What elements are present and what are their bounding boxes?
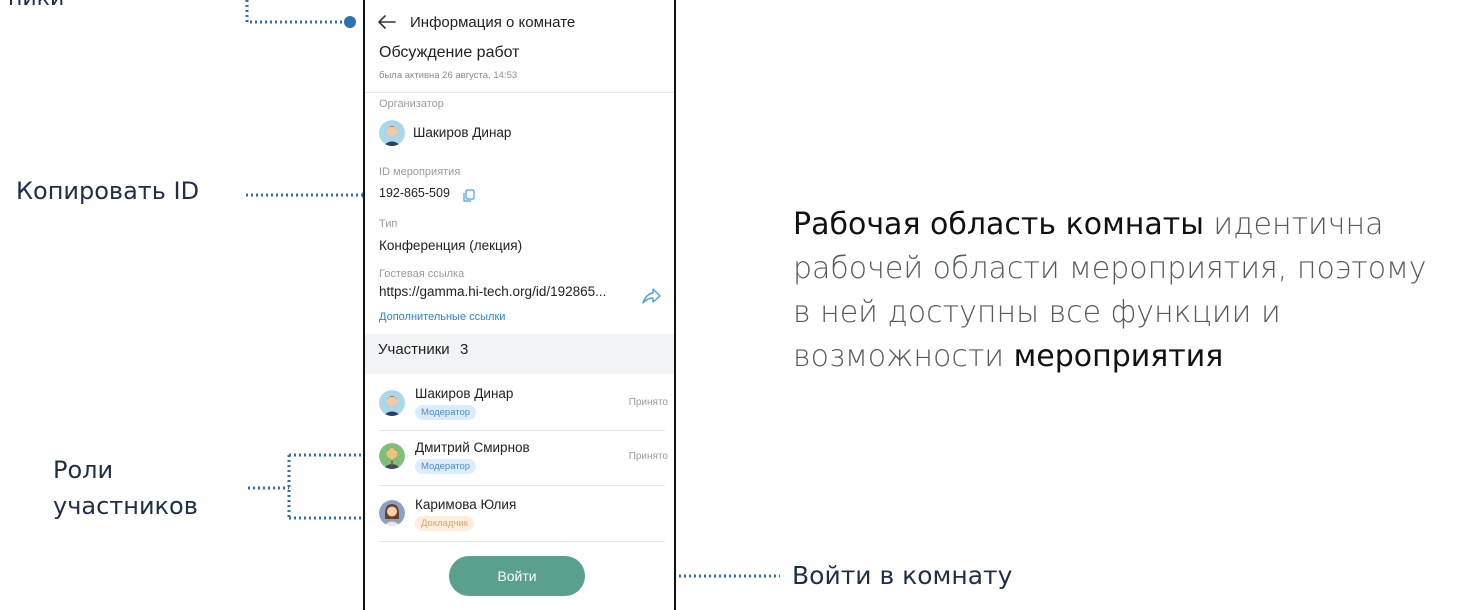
avatar-man-icon <box>379 120 405 146</box>
type-value: Конференция (лекция) <box>379 238 523 253</box>
divider <box>379 430 665 431</box>
avatar-man-icon <box>379 443 405 469</box>
participant-role-badge: Докладчик <box>415 516 474 531</box>
copy-icon[interactable] <box>462 189 476 203</box>
participant-avatar <box>379 500 405 526</box>
header: Информация о комнате <box>365 8 674 36</box>
annotation-enter-room: Войти в комнату <box>792 561 1013 590</box>
annotation-desc-strong-1: Рабочая область комнаты <box>793 207 1204 242</box>
enter-room-button[interactable]: Войти <box>449 556 585 596</box>
share-icon[interactable] <box>640 286 662 306</box>
arrow-left-icon[interactable] <box>377 12 397 32</box>
guest-link-label: Гостевая ссылка <box>379 268 465 280</box>
divider <box>379 485 665 486</box>
participant-name: Шакиров Динар <box>415 386 514 401</box>
participant-name: Дмитрий Смирнов <box>415 440 530 455</box>
avatar-man-icon <box>379 390 405 416</box>
annotation-roles-line1: Роли <box>53 456 114 484</box>
room-last-active: была активна 26 августа, 14:53 <box>379 70 518 81</box>
participants-label: Участники <box>378 341 450 358</box>
annotation-roles-line2: участников <box>53 492 198 520</box>
more-links-link[interactable]: Дополнительные ссылки <box>379 311 505 323</box>
participant-role-badge: Модератор <box>415 459 477 474</box>
event-id-label: ID мероприятия <box>379 166 461 178</box>
avatar-woman-icon <box>379 500 405 526</box>
annotation-roles: Роли участников <box>53 452 253 524</box>
room-title: Обсуждение работ <box>379 44 520 61</box>
organizer-name: Шакиров Динар <box>413 125 512 140</box>
phone-screen: Информация о комнате Обсуждение работ бы… <box>363 0 676 610</box>
annotation-desc-strong-2: мероприятия <box>1013 339 1224 374</box>
divider <box>365 92 674 93</box>
type-label: Тип <box>379 218 398 230</box>
divider <box>379 541 665 542</box>
guest-link-value[interactable]: https://gamma.hi-tech.org/id/192865... <box>379 284 606 299</box>
annotation-description: Рабочая область комнаты идентична рабоче… <box>793 203 1453 379</box>
participant-status: Принято <box>628 397 668 408</box>
event-id-value: 192-865-509 <box>379 186 450 200</box>
organizer-label: Организатор <box>379 98 444 110</box>
annotation-cut-label: ники <box>8 0 64 11</box>
organizer-avatar <box>379 120 405 146</box>
header-title: Информация о комнате <box>410 14 576 31</box>
participant-avatar <box>379 390 405 416</box>
participant-status: Принято <box>628 451 668 462</box>
participant-role-badge: Модератор <box>415 405 477 420</box>
participants-count: 3 <box>460 341 469 358</box>
annotation-copy-id: Копировать ID <box>16 177 200 205</box>
participant-name: Каримова Юлия <box>415 497 517 512</box>
participant-avatar <box>379 443 405 469</box>
